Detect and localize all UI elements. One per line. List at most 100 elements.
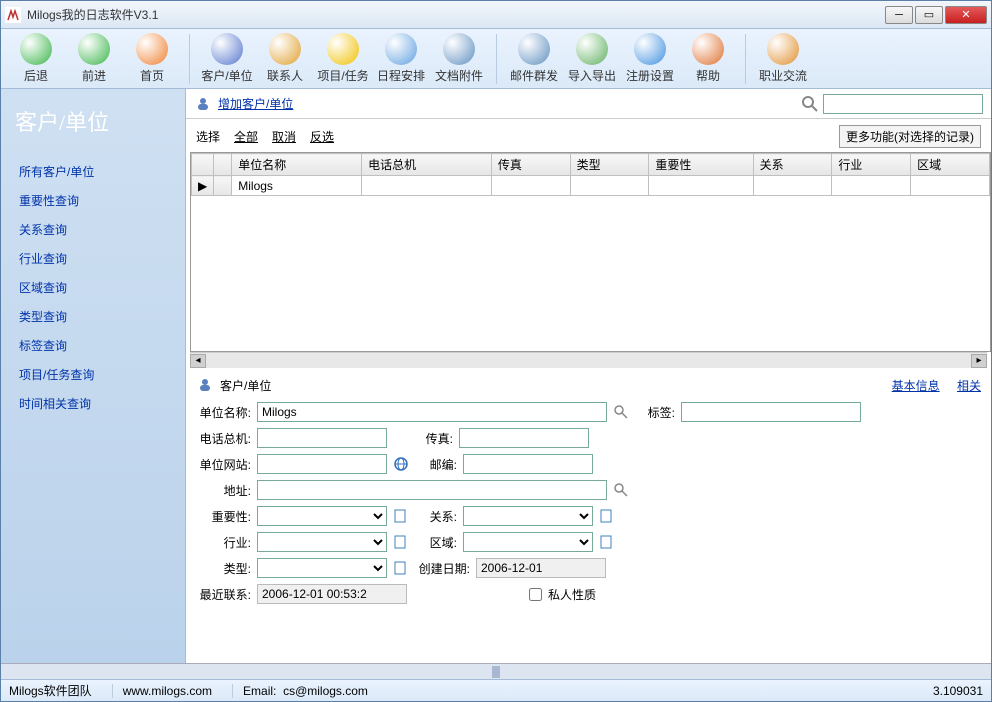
more-actions-button[interactable]: 更多功能(对选择的记录) — [839, 125, 981, 148]
type-select[interactable] — [257, 558, 387, 578]
content-area: 客户/单位 所有客户/单位重要性查询关系查询行业查询区域查询类型查询标签查询项目… — [1, 89, 991, 663]
relation-label: 关系: — [415, 508, 457, 525]
sidebar-item[interactable]: 重要性查询 — [1, 186, 185, 215]
create-date-field — [476, 558, 606, 578]
maximize-button[interactable]: ▭ — [915, 6, 943, 24]
sidebar-item[interactable]: 项目/任务查询 — [1, 360, 185, 389]
main-window: Milogs我的日志软件V3.1 ─ ▭ ✕ 后退前进首页 客户/单位联系人项目… — [0, 0, 992, 702]
edit-icon[interactable] — [393, 560, 409, 576]
phone-label: 电话总机: — [196, 430, 251, 447]
column-header[interactable]: 区域 — [911, 154, 990, 176]
addr-field[interactable] — [257, 480, 607, 500]
globe-icon[interactable] — [393, 456, 409, 472]
toolbar-导入导出[interactable]: 导入导出 — [563, 33, 621, 84]
sidebar: 客户/单位 所有客户/单位重要性查询关系查询行业查询区域查询类型查询标签查询项目… — [1, 89, 186, 663]
sidebar-item[interactable]: 行业查询 — [1, 244, 185, 273]
zip-field[interactable] — [463, 454, 593, 474]
sidebar-title: 客户/单位 — [1, 101, 185, 157]
column-header[interactable]: 电话总机 — [362, 154, 492, 176]
column-header[interactable]: 关系 — [753, 154, 832, 176]
detail-title: 客户/单位 — [220, 377, 271, 394]
toolbar-职业交流[interactable]: 职业交流 — [754, 33, 812, 84]
status-site[interactable]: www.milogs.com — [112, 684, 212, 698]
toolbar-前进[interactable]: 前进 — [65, 33, 123, 84]
status-version: 3.109031 — [933, 684, 983, 698]
toolbar-日程安排[interactable]: 日程安排 — [372, 33, 430, 84]
search-icon[interactable] — [613, 482, 629, 498]
select-cancel-link[interactable]: 取消 — [272, 128, 296, 145]
sidebar-item[interactable]: 标签查询 — [1, 331, 185, 360]
private-checkbox[interactable] — [529, 588, 542, 601]
tab-related[interactable]: 相关 — [957, 379, 981, 393]
column-header[interactable]: 单位名称 — [232, 154, 362, 176]
customer-grid[interactable]: 单位名称电话总机传真类型重要性关系行业区域 ▶Milogs — [190, 152, 991, 352]
select-all-link[interactable]: 全部 — [234, 128, 258, 145]
column-header[interactable]: 类型 — [570, 154, 649, 176]
tag-label: 标签: — [635, 404, 675, 421]
tab-basic-info[interactable]: 基本信息 — [892, 379, 940, 393]
people-icon — [194, 95, 212, 113]
select-invert-link[interactable]: 反选 — [310, 128, 334, 145]
column-header[interactable]: 行业 — [832, 154, 911, 176]
edit-icon[interactable] — [599, 508, 615, 524]
edit-icon[interactable] — [393, 534, 409, 550]
main-scrollbar[interactable] — [1, 663, 991, 679]
sidebar-item[interactable]: 类型查询 — [1, 302, 185, 331]
unit-name-label: 单位名称: — [196, 404, 251, 421]
importance-label: 重要性: — [196, 508, 251, 525]
toolbar-首页[interactable]: 首页 — [123, 33, 181, 84]
window-controls: ─ ▭ ✕ — [885, 6, 987, 24]
toolbar-文档附件[interactable]: 文档附件 — [430, 33, 488, 84]
add-customer-link[interactable]: 增加客户/单位 — [218, 95, 293, 112]
fax-label: 传真: — [393, 430, 453, 447]
toolbar-注册设置[interactable]: 注册设置 — [621, 33, 679, 84]
window-title: Milogs我的日志软件V3.1 — [27, 6, 885, 23]
minimize-button[interactable]: ─ — [885, 6, 913, 24]
detail-header: 客户/单位 基本信息 相关 — [196, 376, 981, 394]
table-row[interactable]: ▶Milogs — [192, 176, 990, 196]
website-field[interactable] — [257, 454, 387, 474]
toolbar-帮助[interactable]: 帮助 — [679, 33, 737, 84]
toolbar-邮件群发[interactable]: 邮件群发 — [505, 33, 563, 84]
toolbar: 后退前进首页 客户/单位联系人项目/任务日程安排文档附件 邮件群发导入导出注册设… — [1, 29, 991, 89]
toolbar-客户/单位[interactable]: 客户/单位 — [198, 33, 256, 84]
importance-select[interactable] — [257, 506, 387, 526]
type-label: 类型: — [196, 560, 251, 577]
grid-scrollbar[interactable]: ◂▸ — [190, 352, 987, 368]
search-icon[interactable] — [613, 404, 629, 420]
close-button[interactable]: ✕ — [945, 6, 987, 24]
sidebar-item[interactable]: 区域查询 — [1, 273, 185, 302]
search-icon[interactable] — [801, 95, 819, 113]
sidebar-item[interactable]: 关系查询 — [1, 215, 185, 244]
zip-label: 邮编: — [415, 456, 457, 473]
app-icon — [5, 7, 21, 23]
region-select[interactable] — [463, 532, 593, 552]
main-panel: 增加客户/单位 选择 全部 取消 反选 更多功能(对选择的记录) 单位名称电话总… — [186, 89, 991, 663]
toolbar-联系人[interactable]: 联系人 — [256, 33, 314, 84]
edit-icon[interactable] — [599, 534, 615, 550]
column-header[interactable] — [214, 154, 232, 176]
titlebar: Milogs我的日志软件V3.1 ─ ▭ ✕ — [1, 1, 991, 29]
sidebar-item[interactable]: 时间相关查询 — [1, 389, 185, 418]
column-header[interactable]: 重要性 — [649, 154, 753, 176]
status-email: Email: cs@milogs.com — [232, 684, 368, 698]
relation-select[interactable] — [463, 506, 593, 526]
people-icon — [196, 376, 214, 394]
tag-field[interactable] — [681, 402, 861, 422]
sidebar-item[interactable]: 所有客户/单位 — [1, 157, 185, 186]
industry-select[interactable] — [257, 532, 387, 552]
fax-field[interactable] — [459, 428, 589, 448]
detail-panel: 客户/单位 基本信息 相关 单位名称: 标签: 电话总机: 传真 — [186, 368, 991, 663]
addr-label: 地址: — [196, 482, 251, 499]
toolbar-后退[interactable]: 后退 — [7, 33, 65, 84]
search-input[interactable] — [823, 94, 983, 114]
column-header[interactable] — [192, 154, 214, 176]
private-label: 私人性质 — [548, 586, 596, 603]
status-team: Milogs软件团队 — [9, 682, 92, 699]
column-header[interactable]: 传真 — [491, 154, 570, 176]
selection-row: 选择 全部 取消 反选 更多功能(对选择的记录) — [186, 119, 991, 150]
unit-name-field[interactable] — [257, 402, 607, 422]
toolbar-项目/任务[interactable]: 项目/任务 — [314, 33, 372, 84]
phone-field[interactable] — [257, 428, 387, 448]
edit-icon[interactable] — [393, 508, 409, 524]
